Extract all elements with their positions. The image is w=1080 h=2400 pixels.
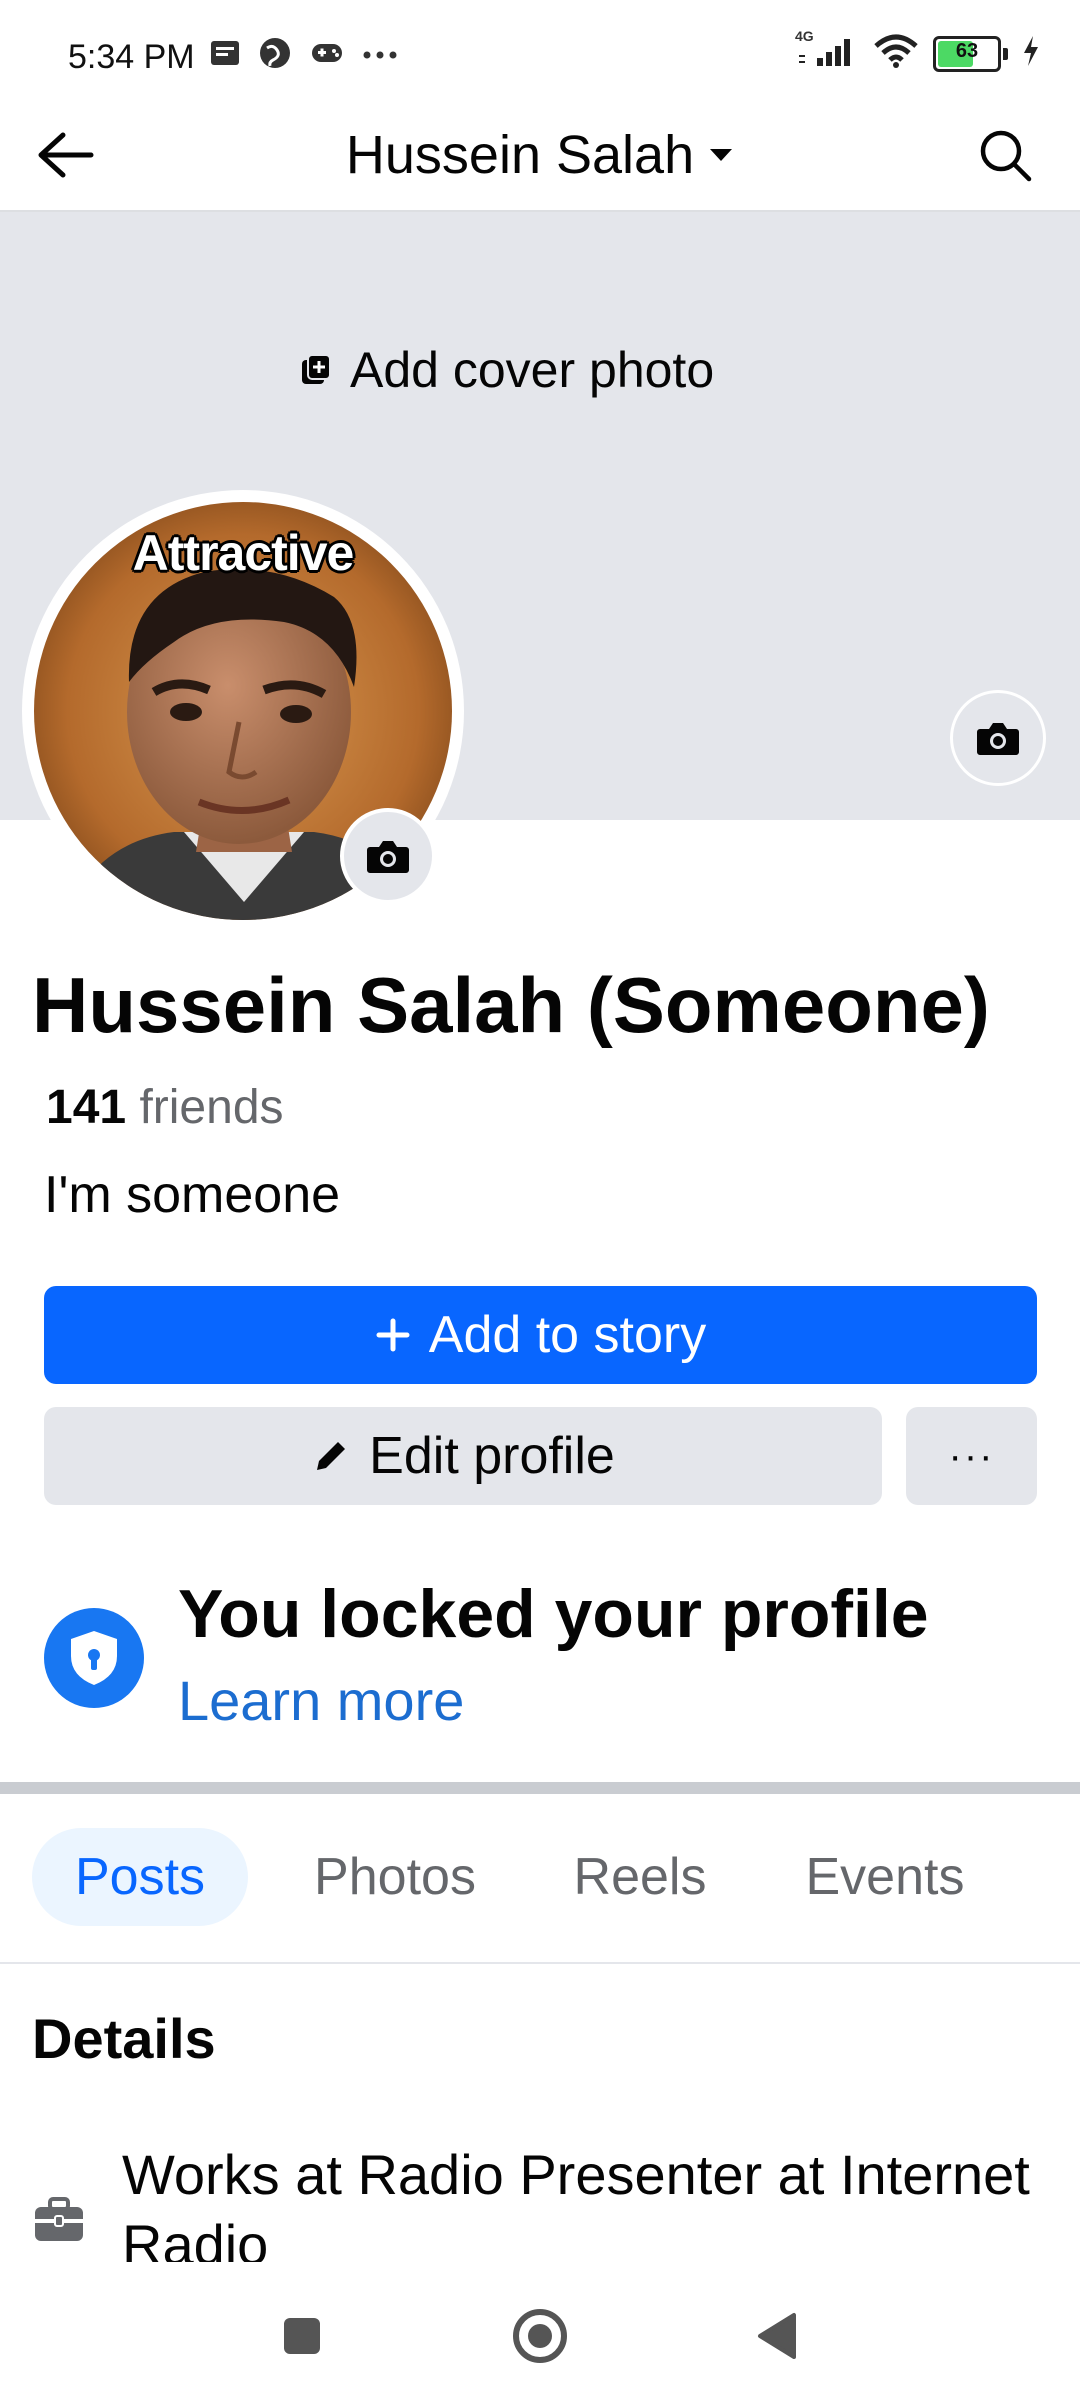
battery-tip	[1003, 47, 1008, 60]
message-icon	[210, 40, 240, 71]
wifi-icon	[873, 34, 919, 73]
battery-percent: 63	[955, 39, 979, 62]
home-button[interactable]	[500, 2296, 580, 2376]
edit-avatar-camera-button[interactable]	[340, 808, 436, 904]
edit-profile-button[interactable]: Edit profile	[44, 1407, 882, 1505]
add-to-story-label: Add to story	[428, 1306, 707, 1364]
tab-reels[interactable]: Reels	[540, 1828, 740, 1926]
network-type: 4G	[795, 28, 814, 44]
avatar-caption: Attractive	[132, 525, 355, 581]
profile-switcher[interactable]: Hussein Salah	[300, 120, 780, 190]
add-to-story-button[interactable]: Add to story	[44, 1286, 1037, 1384]
profile-name: Hussein Salah (Someone)	[32, 961, 990, 1049]
edit-profile-label: Edit profile	[369, 1427, 615, 1485]
square-icon	[284, 2318, 320, 2354]
more-options-button[interactable]: ···	[906, 1407, 1037, 1505]
work-detail: Works at Radio Presenter at Internet Rad…	[122, 2143, 1030, 2262]
friends-count: 141	[46, 1081, 127, 1134]
system-icons: 4G 63	[795, 28, 1040, 73]
battery-icon: 63	[933, 35, 1001, 72]
triangle-back-icon	[758, 2313, 796, 2359]
details-heading: Details	[32, 2007, 216, 2070]
tab-posts[interactable]: Posts	[32, 1828, 248, 1926]
recents-button[interactable]	[262, 2296, 342, 2376]
add-cover-photo-button[interactable]: Add cover photo	[300, 340, 714, 400]
locked-profile-title: You locked your profile	[178, 1576, 929, 1652]
back-arrow-icon	[38, 132, 94, 178]
pencil-icon	[317, 1442, 346, 1470]
camera-icon	[977, 723, 1019, 755]
caret-down-icon	[710, 149, 733, 161]
friends-count-link[interactable]: 141 friends	[46, 1080, 284, 1135]
search-button[interactable]	[970, 120, 1040, 190]
shield-lock-icon	[44, 1608, 144, 1708]
plus-icon	[376, 1318, 410, 1352]
profile-bio: I'm someone	[44, 1166, 341, 1224]
more-options-label: ···	[948, 1433, 995, 1478]
section-divider	[0, 1782, 1080, 1794]
briefcase-icon	[32, 2195, 86, 2249]
add-photo-icon	[302, 354, 331, 384]
tab-photos[interactable]: Photos	[280, 1828, 510, 1926]
status-time: 5:34 PM	[68, 38, 195, 76]
home-circle-icon	[513, 2309, 567, 2363]
edit-cover-camera-button[interactable]	[950, 690, 1046, 786]
header-title: Hussein Salah	[345, 125, 695, 185]
more-notifications-icon	[362, 47, 398, 65]
globe-icon	[258, 36, 292, 75]
camera-icon	[367, 841, 409, 873]
gamepad-icon	[310, 40, 344, 71]
friends-label: friends	[139, 1081, 284, 1134]
search-icon	[980, 130, 1032, 182]
add-cover-label: Add cover photo	[350, 342, 715, 398]
charging-icon	[1022, 35, 1040, 72]
signal-icon: 4G	[795, 28, 859, 73]
tab-events[interactable]: Events	[770, 1828, 1000, 1926]
back-button[interactable]	[30, 120, 100, 190]
learn-more-link[interactable]: Learn more	[178, 1668, 464, 1733]
back-nav-button[interactable]	[738, 2296, 818, 2376]
notification-icons	[210, 36, 398, 75]
